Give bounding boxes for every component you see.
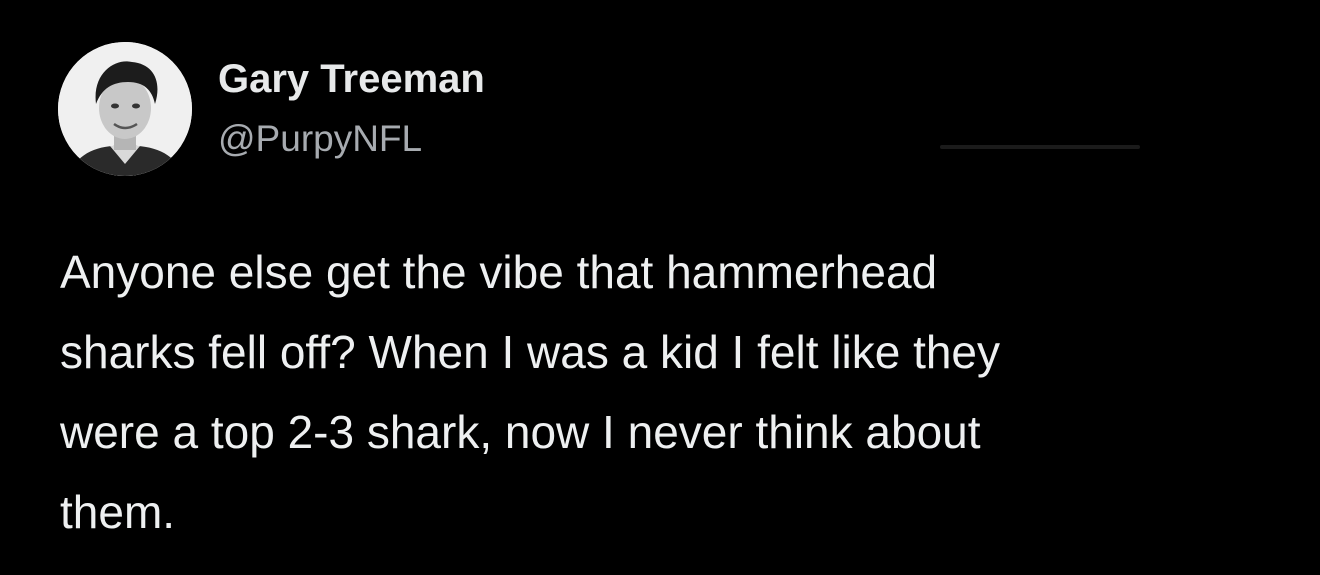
avatar-portrait-icon <box>58 42 192 176</box>
author-handle[interactable]: @PurpyNFL <box>218 115 485 163</box>
author-avatar[interactable] <box>58 42 192 176</box>
background-smudge <box>940 145 1140 149</box>
author-identity: Gary Treeman @PurpyNFL <box>218 55 485 163</box>
author-display-name[interactable]: Gary Treeman <box>218 55 485 103</box>
tweet-body-text: Anyone else get the vibe that hammerhead… <box>60 246 1001 538</box>
tweet-header: Gary Treeman @PurpyNFL <box>58 42 485 176</box>
tweet-card: Gary Treeman @PurpyNFL Anyone else get t… <box>0 0 1320 575</box>
